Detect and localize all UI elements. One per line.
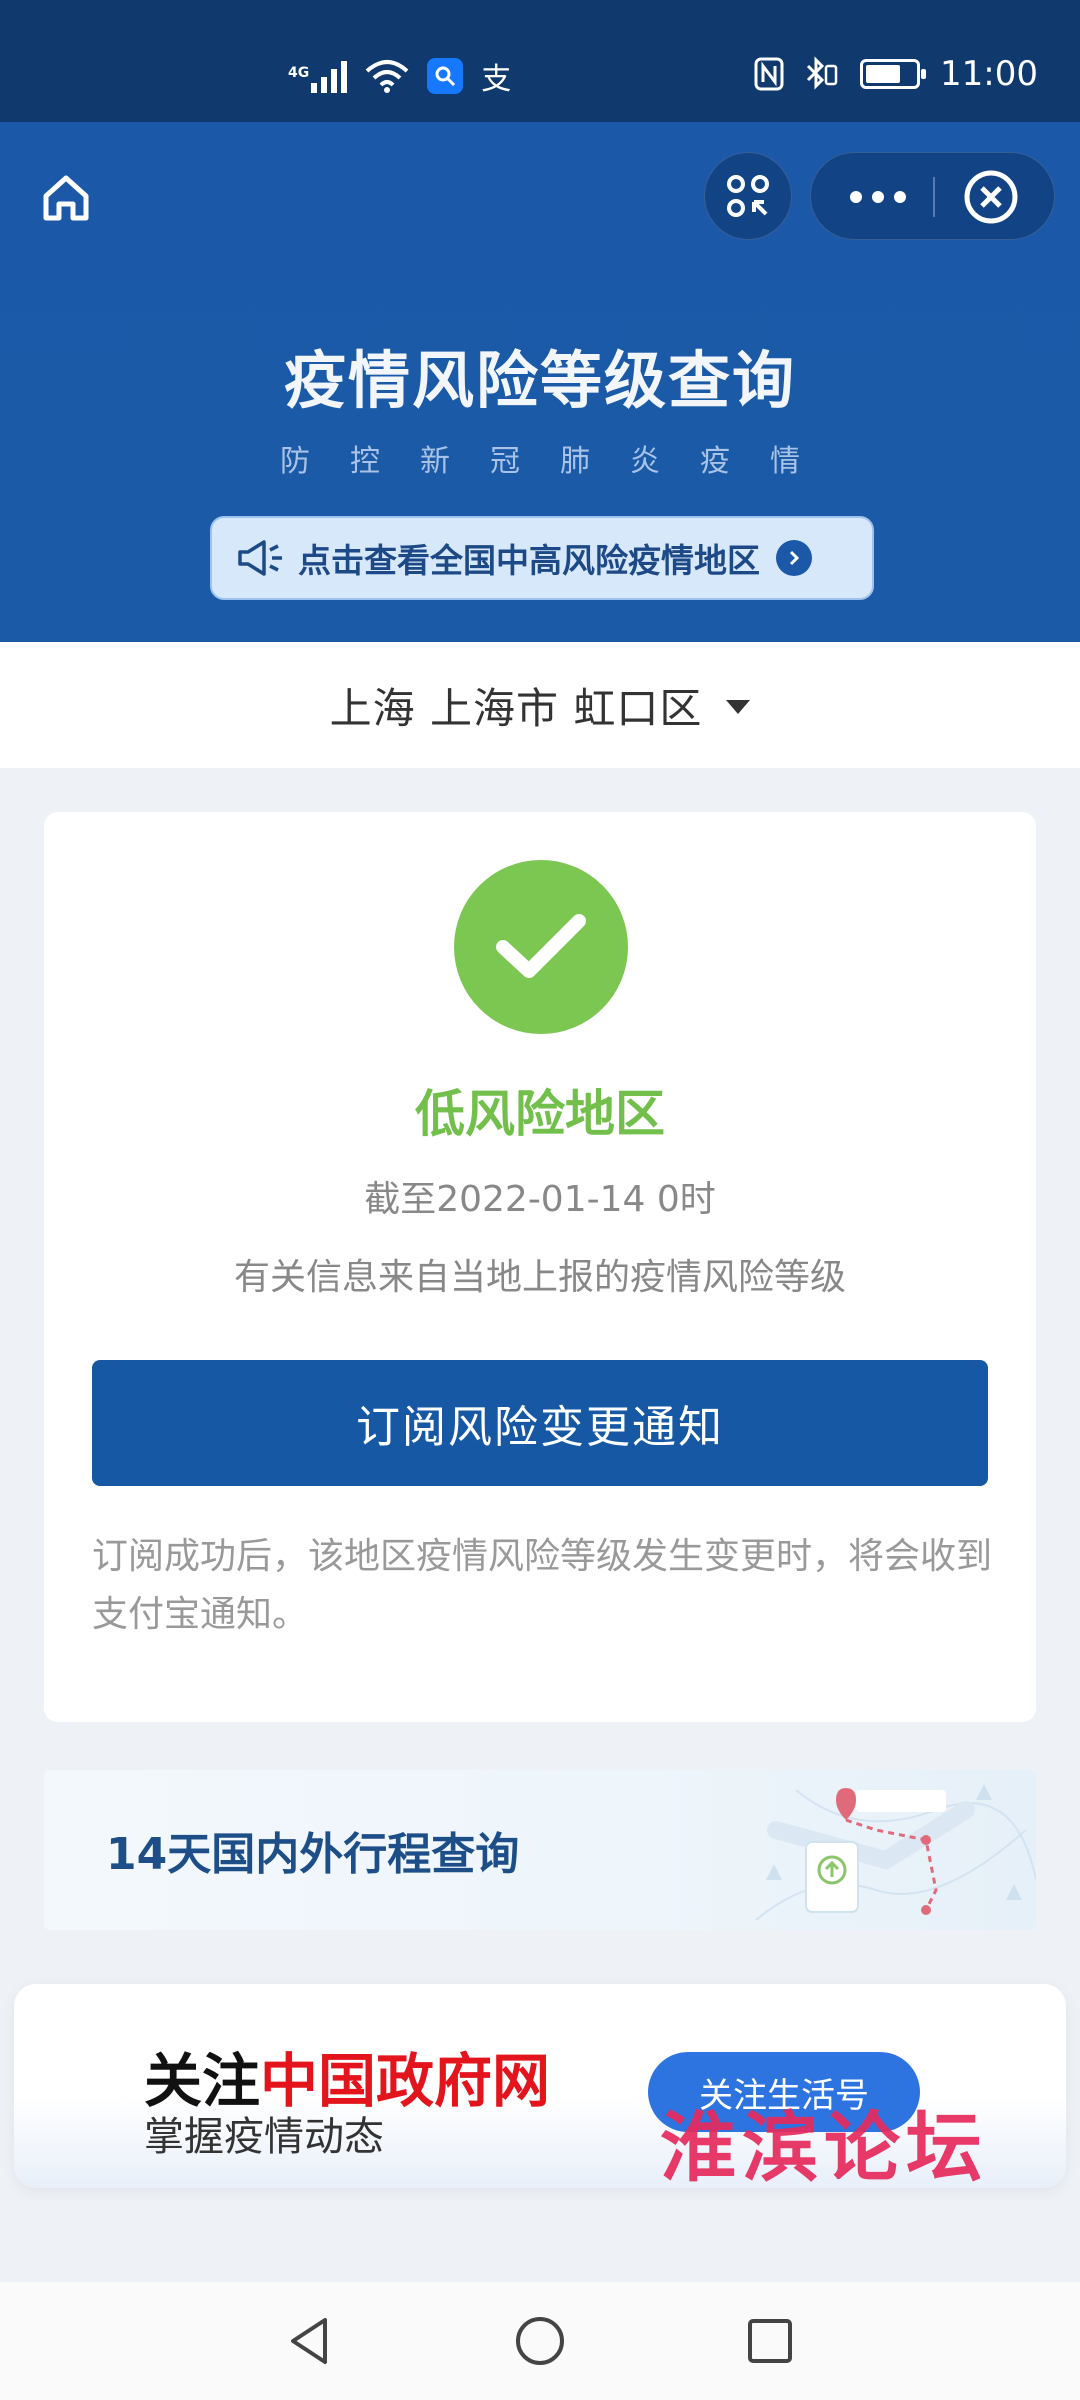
battery-icon: [860, 59, 927, 89]
nfc-icon: [754, 57, 784, 91]
status-right: 11:00: [754, 54, 1038, 94]
capsule-divider: [933, 177, 935, 217]
mini-app-capsule: [810, 152, 1055, 240]
follow-subtitle: 掌握疫情动态: [144, 2114, 384, 2160]
map-route-illustration: [755, 1784, 1036, 1921]
trip-query-banner[interactable]: 14天国内外行程查询: [44, 1770, 1036, 1930]
location-selector[interactable]: 上海 上海市 虹口区: [0, 642, 1080, 768]
high-risk-areas-link[interactable]: 点击查看全国中高风险疫情地区: [210, 516, 874, 600]
location-text: 上海 上海市 虹口区: [329, 683, 703, 733]
back-triangle-icon: [291, 2318, 327, 2364]
clock: 11:00: [940, 54, 1038, 94]
source-note: 有关信息来自当地上报的疫情风险等级: [233, 1257, 846, 1298]
subscribe-button[interactable]: 订阅风险变更通知: [92, 1360, 988, 1486]
alipay-notify-icon: 支: [481, 62, 512, 97]
subscribe-description: 订阅成功后，该地区疫情风险等级发生变更时，将会收到支付宝通知。: [92, 1536, 993, 1635]
bluetooth-icon: [806, 56, 838, 90]
page-subtitle: 防控新冠肺炎疫情: [280, 444, 840, 479]
forum-watermark: 淮滨论坛: [660, 2103, 988, 2192]
back-nav-button[interactable]: [280, 2311, 340, 2371]
system-nav-bar: [0, 2282, 1080, 2400]
search-app-icon: [427, 58, 464, 94]
home-nav-button[interactable]: [510, 2311, 570, 2371]
more-icon[interactable]: [843, 183, 913, 211]
wifi-icon: [365, 60, 409, 93]
chevron-right-icon: [776, 540, 812, 576]
dropdown-caret-icon: [726, 700, 751, 714]
scan-icon: [727, 175, 769, 217]
header: 疫情风险等级查询 防控新冠肺炎疫情 点击查看全国中高风险疫情地区: [0, 122, 1080, 642]
close-icon[interactable]: [961, 167, 1021, 227]
megaphone-icon: [238, 540, 282, 576]
page-title: 疫情风险等级查询: [283, 344, 796, 417]
risk-result-card: 低风险地区 截至2022-01-14 0时 有关信息来自当地上报的疫情风险等级 …: [44, 812, 1036, 1722]
status-bar: 4G 支 11:00: [0, 0, 1080, 122]
as-of-date: 截至2022-01-14 0时: [364, 1179, 716, 1220]
recents-nav-button[interactable]: [740, 2311, 800, 2371]
trip-query-label: 14天国内外行程查询: [106, 1829, 520, 1880]
notice-text: 点击查看全国中高风险疫情地区: [298, 541, 760, 580]
home-icon[interactable]: [36, 168, 96, 228]
status-left: 4G 支: [288, 54, 511, 98]
network-type: 4G: [288, 65, 310, 81]
home-circle-icon: [516, 2317, 564, 2365]
check-circle-icon: [454, 860, 628, 1034]
scan-button[interactable]: [704, 152, 792, 240]
signal-icon: 4G: [288, 59, 348, 93]
risk-level-label: 低风险地区: [415, 1085, 665, 1143]
recents-square-icon: [748, 2319, 792, 2363]
